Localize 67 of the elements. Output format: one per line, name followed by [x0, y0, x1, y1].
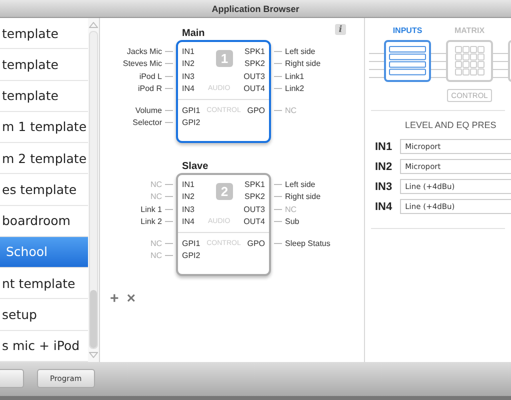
remove-button[interactable]: ×	[126, 292, 136, 306]
signal-label: Steves Mic	[122, 58, 162, 70]
port-label: OUT4	[244, 217, 265, 226]
signal-label: NC	[285, 204, 297, 216]
channel-label: IN4	[375, 200, 392, 212]
button[interactable]	[0, 368, 24, 388]
port-label: IN1	[182, 46, 194, 56]
add-button[interactable]: +	[110, 292, 119, 306]
signal-label: NC	[150, 191, 162, 203]
port-label: OUT3	[244, 72, 265, 81]
signal-label: Link2	[285, 83, 304, 95]
scroll-up-icon[interactable]	[89, 22, 98, 28]
port-label: OUT3	[244, 204, 265, 214]
signal-label: iPod R	[138, 83, 162, 95]
port-label: IN4	[182, 84, 194, 94]
signal-label: NC	[285, 104, 297, 116]
port-label: GPI1	[182, 238, 200, 248]
port-label: IN2	[182, 192, 194, 202]
section-heading: LEVEL AND EQ PRES	[405, 120, 496, 130]
signal-label: NC	[150, 250, 162, 262]
window-title: Application Browser	[212, 4, 300, 14]
signal-label: Left side	[285, 46, 316, 58]
port-label: IN2	[182, 59, 194, 68]
port-label: SPK2	[244, 59, 265, 68]
port-label: SPK1	[244, 46, 265, 56]
signal-label: Right side	[285, 191, 321, 203]
signal-label: Link 1	[140, 204, 162, 216]
port-label: IN3	[182, 204, 194, 214]
signal-label: iPod L	[139, 70, 162, 82]
info-button[interactable]: i	[335, 24, 346, 35]
port-label: IN1	[182, 180, 194, 189]
channel-label: IN3	[375, 180, 392, 192]
signal-label: Link1	[285, 70, 304, 82]
signal-label: Link 2	[140, 216, 162, 228]
template-item[interactable]: School	[0, 236, 88, 268]
port-label: GPI2	[182, 251, 200, 260]
signal-label: NC	[150, 238, 162, 250]
port-label: GPI2	[182, 118, 200, 128]
signal-label: Right side	[285, 58, 321, 70]
port-label: GPO	[247, 106, 265, 115]
device-title: Slave	[182, 161, 208, 173]
signal-label: Left side	[285, 178, 316, 190]
stage-box[interactable]	[384, 40, 431, 82]
signal-label: Jacks Mic	[126, 46, 162, 58]
stage-box[interactable]	[446, 40, 493, 82]
channel-label: IN1	[375, 140, 392, 152]
port-label: GPO	[247, 238, 265, 248]
signal-label: Selector	[132, 117, 162, 129]
port-label: IN3	[182, 72, 194, 81]
device-number: 1	[216, 50, 233, 67]
port-label: IN4	[182, 217, 194, 226]
channel-label: IN2	[375, 160, 392, 172]
stage-tab[interactable]: INPUTS	[392, 26, 422, 37]
device-number: 2	[216, 183, 233, 200]
scroll-down-icon[interactable]	[89, 352, 98, 358]
signal-label: NC	[150, 178, 162, 190]
port-label: SPK2	[244, 192, 265, 202]
signal-label: Sleep Status	[285, 238, 330, 250]
port-label: SPK1	[244, 180, 265, 189]
scrollbar[interactable]	[89, 31, 98, 349]
signal-label: Sub	[285, 216, 300, 228]
device-title: Main	[182, 28, 205, 40]
matrix-grid-icon	[454, 46, 484, 76]
port-label: OUT4	[244, 84, 265, 94]
channel-strips-icon	[389, 46, 426, 76]
port-label: GPI1	[182, 106, 200, 115]
signal-label: Volume	[135, 104, 162, 116]
